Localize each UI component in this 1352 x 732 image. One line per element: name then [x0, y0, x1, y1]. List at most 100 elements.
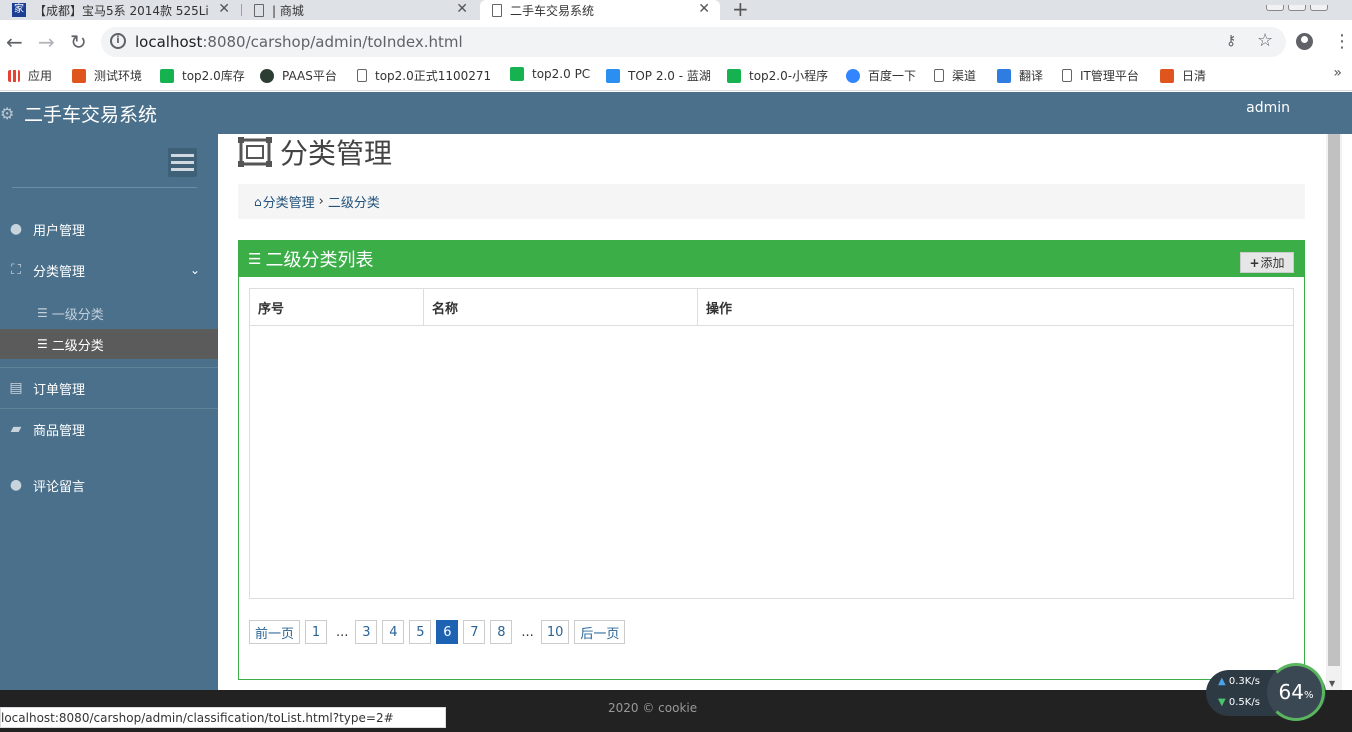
bookmark-item[interactable]: 百度一下: [846, 67, 916, 84]
download-speed: ▼ 0.5K/s: [1218, 697, 1260, 708]
bookmark-label: 测试环境: [94, 69, 143, 83]
bookmark-item[interactable]: 渠道: [934, 67, 976, 84]
list-icon: ☰: [37, 337, 48, 351]
bookmark-item[interactable]: 日清: [1160, 67, 1206, 84]
reload-icon[interactable]: ↻: [70, 32, 87, 52]
next-page-button[interactable]: 后一页: [574, 620, 626, 644]
sidebar-toggle-icon[interactable]: [168, 148, 197, 177]
scroll-down-icon[interactable]: ▼: [1329, 679, 1335, 688]
sidebar-item-classification[interactable]: ⛶ 分类管理 ⌄: [0, 250, 218, 290]
shopping-bag-icon: ▰: [10, 421, 22, 437]
bookmark-label: TOP 2.0 - 蓝湖: [628, 69, 711, 83]
page-scrollbar[interactable]: ▼: [1326, 134, 1342, 690]
baidu-paw-icon: [846, 68, 860, 83]
brand-title: 二手车交易系统: [24, 104, 158, 126]
bookmark-item[interactable]: TOP 2.0 - 蓝湖: [606, 67, 711, 84]
apps-grid-icon: [8, 69, 20, 82]
bookmark-item[interactable]: top2.0库存: [160, 67, 245, 84]
minimize-icon[interactable]: [1266, 5, 1284, 11]
forward-icon[interactable]: →: [38, 32, 55, 52]
info-icon[interactable]: i: [110, 33, 126, 49]
scrollbar-thumb[interactable]: [1328, 134, 1340, 666]
page-button[interactable]: 1: [305, 620, 328, 644]
close-tab-icon[interactable]: ✕: [698, 1, 710, 17]
page-icon: [934, 69, 944, 82]
sidebar-item-orders[interactable]: ▤ 订单管理: [0, 368, 218, 408]
add-button[interactable]: + 添加: [1240, 252, 1294, 273]
list-panel: ☰ 二级分类列表 + 添加 序号 名称 操作 前一页 1 ... 3 4 5 6…: [238, 240, 1305, 680]
page-button[interactable]: 3: [355, 620, 378, 644]
tab-title: 【成都】宝马5系 2014款 525Li: [34, 3, 209, 18]
back-icon[interactable]: ←: [6, 32, 23, 52]
page-title-text: 分类管理: [280, 137, 393, 170]
cars-icon: ⚙: [0, 103, 15, 123]
user-name[interactable]: admin: [1246, 100, 1290, 116]
bookmark-apps[interactable]: 应用: [8, 67, 52, 84]
sidebar-item-label: 商品管理: [33, 423, 86, 439]
bookmark-item[interactable]: IT管理平台: [1062, 67, 1139, 84]
bookmark-item[interactable]: top2.0-小程序: [727, 67, 828, 84]
bookmark-label: top2.0-小程序: [749, 69, 829, 83]
page-button[interactable]: 8: [490, 620, 513, 644]
sidebar-item-users[interactable]: ● 用户管理: [0, 209, 218, 249]
browser-menu-icon[interactable]: ⋮: [1333, 31, 1351, 52]
crop-icon: [238, 137, 272, 167]
bookmark-item[interactable]: top2.0 PC: [510, 67, 590, 81]
close-tab-icon[interactable]: ✕: [218, 1, 230, 17]
site-favicon-icon: 家: [12, 3, 26, 17]
pagination-ellipsis: ...: [336, 624, 349, 640]
more-bookmarks-icon[interactable]: »: [1333, 65, 1342, 81]
panel-title: 二级分类列表: [265, 250, 374, 271]
page-button-current[interactable]: 6: [436, 620, 459, 644]
tab-title: | 商城: [272, 3, 304, 18]
new-tab-icon[interactable]: +: [732, 0, 749, 21]
bookmark-star-icon[interactable]: ☆: [1257, 30, 1273, 51]
pagination: 前一页 1 ... 3 4 5 6 7 8 ... 10 后一页: [249, 620, 630, 644]
browser-status-url: localhost:8080/carshop/admin/classificat…: [0, 707, 446, 728]
breadcrumb-link[interactable]: 分类管理: [263, 192, 315, 211]
user-icon: ●: [9, 221, 23, 237]
key-icon[interactable]: ⚷: [1226, 33, 1236, 49]
browser-tab[interactable]: 家 【成都】宝马5系 2014款 525Li ✕: [0, 0, 240, 20]
plus-icon: +: [1249, 255, 1260, 270]
sidebar-item-label: 订单管理: [33, 382, 86, 398]
brand[interactable]: ⚙ 二手车交易系统: [0, 100, 157, 127]
sidebar-item-products[interactable]: ▰ 商品管理: [0, 409, 218, 449]
bookmark-item[interactable]: 翻译: [997, 67, 1043, 84]
browser-tab-active[interactable]: 二手车交易系统 ✕: [480, 0, 720, 20]
app-header: ⚙ 二手车交易系统 admin: [0, 92, 1352, 134]
sidebar-item-comments[interactable]: ● 评论留言: [0, 465, 218, 505]
bookmark-item[interactable]: top2.0正式1100271: [357, 67, 491, 84]
speed-unit: K/s: [1244, 676, 1260, 687]
breadcrumb-current[interactable]: 二级分类: [328, 192, 380, 211]
column-header-actions: 操作: [706, 302, 733, 317]
page-button[interactable]: 7: [463, 620, 486, 644]
page-button[interactable]: 5: [409, 620, 432, 644]
bookmark-item[interactable]: 测试环境: [72, 67, 142, 84]
page-button[interactable]: 4: [382, 620, 405, 644]
sidebar-subitem-label: 一级分类: [51, 307, 104, 323]
footer-text: 2020 © cookie: [608, 701, 698, 715]
chevron-down-icon: ⌄: [189, 263, 200, 277]
download-value: 0.5: [1228, 697, 1245, 708]
bookmark-label: PAAS平台: [282, 69, 337, 83]
prev-page-button[interactable]: 前一页: [249, 620, 301, 644]
maximize-icon[interactable]: [1288, 5, 1306, 11]
browser-tab[interactable]: | 商城 ✕: [242, 0, 478, 20]
bookmark-item[interactable]: PAAS平台: [260, 67, 337, 84]
url-text[interactable]: localhost:8080/carshop/admin/toIndex.htm…: [135, 33, 463, 51]
sidebar-subitem-level2[interactable]: ☰ 二级分类: [0, 329, 218, 359]
list-icon: ☰: [248, 250, 262, 268]
memory-usage-gauge[interactable]: 64%: [1267, 663, 1325, 721]
profile-avatar-icon[interactable]: [1296, 33, 1313, 50]
sidebar-subitem-level1[interactable]: ☰ 一级分类: [0, 298, 218, 328]
data-table: 序号 名称 操作: [249, 288, 1294, 599]
bookmark-label: 应用: [28, 69, 53, 83]
home-icon: ⌂: [254, 194, 262, 209]
sidebar-item-label: 用户管理: [33, 223, 86, 239]
close-window-icon[interactable]: [1310, 5, 1328, 11]
page-button[interactable]: 10: [540, 620, 570, 644]
page-title: 分类管理: [238, 132, 392, 172]
browser-tabbar: 家 【成都】宝马5系 2014款 525Li ✕ | 商城 ✕ 二手车交易系统 …: [0, 0, 1352, 21]
close-tab-icon[interactable]: ✕: [456, 1, 468, 17]
